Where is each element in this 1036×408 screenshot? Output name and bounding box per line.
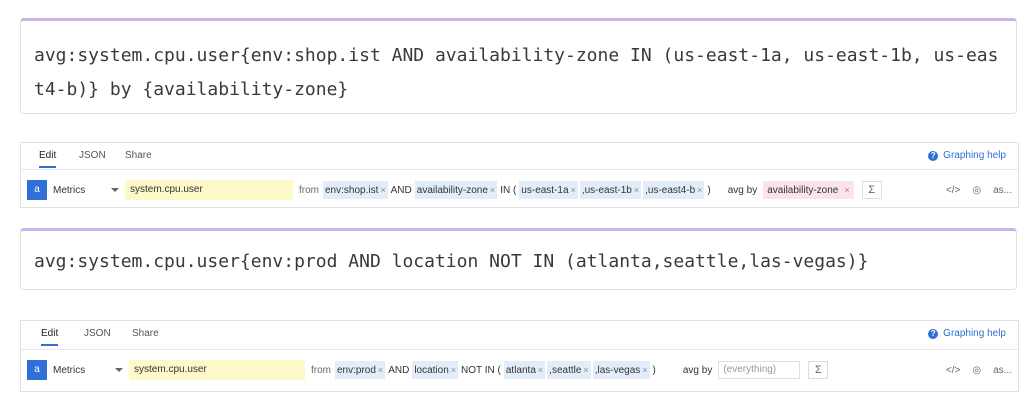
editor-tabs: Edit JSON Share ? Graphing help [21, 321, 1018, 350]
remove-icon[interactable]: × [490, 185, 495, 195]
sigma-icon[interactable]: Σ [861, 181, 882, 199]
tab-share[interactable]: Share [132, 328, 159, 339]
source-select[interactable]: Metrics [47, 185, 125, 196]
editor-tabs: Edit JSON Share ? Graphing help [21, 143, 1018, 170]
in-operator: IN ( [500, 184, 517, 196]
and-operator: AND [388, 364, 410, 376]
graphing-help-label: Graphing help [943, 150, 1006, 161]
close-paren: ) [707, 184, 711, 196]
code-icon[interactable]: </> [946, 365, 960, 376]
query-code-block: avg:system.cpu.user{env:shop.ist AND ava… [20, 18, 1017, 114]
query-letter-badge: a [27, 360, 47, 380]
chevron-down-icon [111, 188, 119, 192]
filter-value[interactable]: ,seattle × [547, 361, 591, 379]
palette-icon[interactable]: ◎ [972, 365, 981, 376]
query-row: a Metrics system.cpu.user from env:prod ×… [27, 359, 1012, 381]
from-label: from [311, 364, 331, 376]
filter-value[interactable]: atlanta × [503, 361, 546, 379]
and-operator: AND [390, 184, 412, 196]
filter-value[interactable]: ,las-vegas × [592, 361, 650, 379]
row-tools: </> ◎ as... [934, 365, 1012, 376]
avg-by-label: avg by [682, 364, 713, 376]
avg-by-label: avg by [727, 184, 758, 196]
tab-edit[interactable]: Edit [39, 150, 57, 168]
query-row: a Metrics system.cpu.user from env:shop.… [27, 179, 1012, 201]
remove-icon[interactable]: × [642, 365, 647, 375]
group-by-tag[interactable]: availability-zone × [763, 181, 854, 199]
query-editor: Edit JSON Share ? Graphing help a Metric… [20, 142, 1019, 208]
tab-edit[interactable]: Edit [41, 328, 59, 346]
filter-value[interactable]: ,us-east4-b × [643, 181, 705, 199]
remove-icon[interactable]: × [844, 185, 849, 195]
tab-share[interactable]: Share [125, 150, 152, 161]
sigma-icon[interactable]: Σ [808, 361, 829, 379]
query-text: avg:system.cpu.user{env:prod AND locatio… [34, 251, 869, 272]
filter-tag-env[interactable]: env:prod × [335, 361, 386, 379]
filter-value[interactable]: ,us-east-1b × [579, 181, 642, 199]
remove-icon[interactable]: × [697, 185, 702, 195]
source-label: Metrics [53, 184, 86, 196]
row-tools: </> ◎ as... [934, 185, 1012, 196]
query-letter-badge: a [27, 180, 47, 200]
chevron-down-icon [115, 368, 123, 372]
from-label: from [299, 184, 319, 196]
help-icon: ? [928, 328, 939, 339]
remove-icon[interactable]: × [538, 365, 543, 375]
metric-input[interactable]: system.cpu.user [125, 180, 293, 200]
source-select[interactable]: Metrics [47, 365, 129, 376]
remove-icon[interactable]: × [451, 365, 456, 375]
filter-tag-key[interactable]: location × [412, 361, 459, 379]
remove-icon[interactable]: × [380, 185, 385, 195]
remove-icon[interactable]: × [571, 185, 576, 195]
filter-tag-env[interactable]: env:shop.ist × [323, 181, 388, 199]
query-editor: Edit JSON Share ? Graphing help a Metric… [20, 320, 1019, 392]
code-icon[interactable]: </> [946, 185, 960, 196]
not-in-operator: NOT IN ( [461, 364, 501, 376]
query-code-block: avg:system.cpu.user{env:prod AND locatio… [20, 228, 1017, 290]
remove-icon[interactable]: × [583, 365, 588, 375]
filter-tag-key[interactable]: availability-zone × [414, 181, 498, 199]
graphing-help-link[interactable]: ? Graphing help [928, 150, 1006, 161]
close-paren: ) [652, 364, 656, 376]
alias-button[interactable]: as... [993, 185, 1012, 196]
query-text: avg:system.cpu.user{env:shop.ist AND ava… [34, 45, 999, 100]
remove-icon[interactable]: × [378, 365, 383, 375]
group-by-input[interactable]: (everything) [718, 361, 801, 379]
graphing-help-link[interactable]: ? Graphing help [928, 328, 1006, 339]
tab-json[interactable]: JSON [84, 328, 111, 339]
source-label: Metrics [53, 364, 86, 376]
graphing-help-label: Graphing help [943, 328, 1006, 339]
metric-input[interactable]: system.cpu.user [129, 360, 305, 380]
filter-value[interactable]: us-east-1a × [519, 181, 578, 199]
palette-icon[interactable]: ◎ [972, 185, 981, 196]
remove-icon[interactable]: × [634, 185, 639, 195]
help-icon: ? [928, 150, 939, 161]
alias-button[interactable]: as... [993, 365, 1012, 376]
tab-json[interactable]: JSON [79, 150, 106, 161]
